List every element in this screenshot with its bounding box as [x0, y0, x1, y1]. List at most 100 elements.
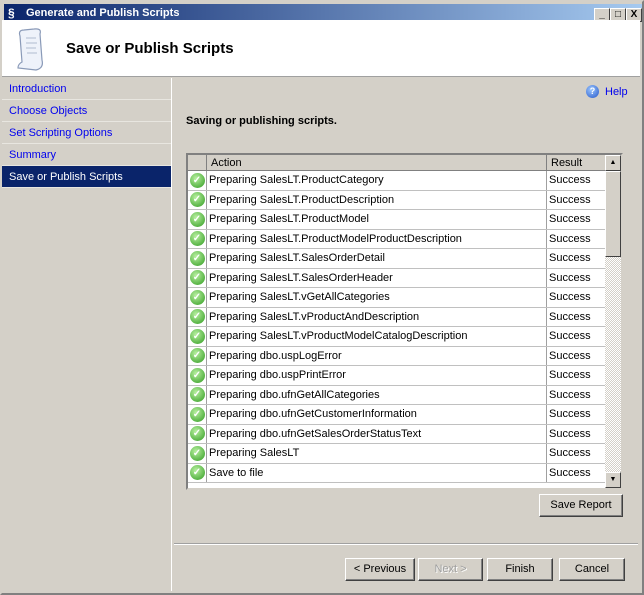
- status-cell: ✓: [188, 249, 207, 268]
- status-cell: ✓: [188, 444, 207, 463]
- next-button: Next >: [418, 558, 483, 581]
- status-cell: ✓: [188, 288, 207, 307]
- table-row[interactable]: ✓ Preparing dbo.uspPrintError Success: [188, 366, 621, 386]
- help-icon: ?: [586, 85, 599, 98]
- status-subtitle: Saving or publishing scripts.: [186, 115, 337, 127]
- success-check-icon: ✓: [189, 406, 205, 422]
- result-cell: Success: [549, 408, 591, 420]
- success-check-icon: ✓: [189, 387, 205, 403]
- action-cell: Preparing SalesLT: [207, 444, 547, 463]
- success-check-icon: ✓: [189, 231, 205, 247]
- status-cell: ✓: [188, 424, 207, 443]
- result-cell: Success: [549, 193, 591, 206]
- scroll-up-button[interactable]: ▲: [605, 155, 621, 171]
- action-cell: Preparing dbo.ufnGetSalesOrderStatusText: [207, 424, 547, 443]
- wizard-header: Save or Publish Scripts: [2, 20, 640, 77]
- status-cell: ✓: [188, 366, 207, 385]
- success-check-icon: ✓: [189, 172, 205, 188]
- status-cell: ✓: [188, 210, 207, 229]
- result-cell: Success: [549, 213, 591, 225]
- table-row[interactable]: ✓ Preparing SalesLT Success: [188, 444, 621, 464]
- status-cell: ✓: [188, 346, 207, 365]
- status-cell: ✓: [188, 229, 207, 248]
- action-cell: Preparing SalesLT.vGetAllCategories: [207, 288, 547, 307]
- page-title: Save or Publish Scripts: [66, 40, 234, 57]
- nav-introduction[interactable]: Introduction: [2, 78, 171, 100]
- result-cell: Success: [549, 447, 591, 459]
- previous-button[interactable]: < Previous: [345, 558, 415, 581]
- footer-divider: [174, 543, 638, 545]
- result-cell: Success: [549, 388, 591, 401]
- success-check-icon: ✓: [189, 426, 205, 442]
- action-cell: Save to file: [207, 463, 547, 482]
- action-cell: Preparing SalesLT.ProductDescription: [207, 190, 547, 209]
- status-cell: ✓: [188, 268, 207, 287]
- status-cell: ✓: [188, 463, 207, 482]
- result-cell: Success: [549, 466, 591, 479]
- result-column-header[interactable]: Result: [547, 155, 607, 170]
- success-check-icon: ✓: [189, 465, 205, 481]
- table-row[interactable]: ✓ Save to file Success: [188, 463, 621, 483]
- success-check-icon: ✓: [189, 348, 205, 364]
- success-check-icon: ✓: [189, 289, 205, 305]
- action-cell: Preparing SalesLT.ProductModelProductDes…: [207, 229, 547, 248]
- result-cell: Success: [549, 330, 591, 342]
- nav-summary[interactable]: Summary: [2, 144, 171, 166]
- help-link[interactable]: ? Help: [586, 85, 628, 98]
- action-cell: Preparing SalesLT.SalesOrderHeader: [207, 268, 547, 287]
- result-cell: Success: [549, 252, 591, 264]
- result-cell: Success: [549, 369, 591, 381]
- action-cell: Preparing SalesLT.ProductModel: [207, 210, 547, 229]
- table-row[interactable]: ✓ Preparing dbo.ufnGetSalesOrderStatusTex…: [188, 424, 621, 444]
- result-cell: Success: [549, 232, 591, 245]
- status-cell: ✓: [188, 171, 207, 190]
- action-cell: Preparing dbo.uspLogError: [207, 346, 547, 365]
- action-cell: Preparing SalesLT.vProductAndDescription: [207, 307, 547, 326]
- help-label: Help: [605, 85, 628, 98]
- table-row[interactable]: ✓ Preparing SalesLT.ProductCategory Succes…: [188, 171, 621, 191]
- action-column-header[interactable]: Action: [207, 155, 547, 170]
- table-row[interactable]: ✓ Preparing SalesLT.SalesOrderHeader Succe…: [188, 268, 621, 288]
- action-cell: Preparing dbo.ufnGetCustomerInformation: [207, 405, 547, 424]
- success-check-icon: ✓: [189, 367, 205, 383]
- script-scroll-icon: [17, 28, 43, 71]
- finish-button[interactable]: Finish: [487, 558, 553, 581]
- result-cell: Success: [549, 349, 591, 362]
- status-cell: ✓: [188, 385, 207, 404]
- table-row[interactable]: ✓ Preparing SalesLT.ProductDescription Suc…: [188, 190, 621, 210]
- table-row[interactable]: ✓ Preparing SalesLT.SalesOrderDetail Succe…: [188, 249, 621, 269]
- action-cell: Preparing dbo.uspPrintError: [207, 366, 547, 385]
- action-cell: Preparing SalesLT.vProductModelCatalogDe…: [207, 327, 547, 346]
- table-row[interactable]: ✓ Preparing dbo.uspLogError Success: [188, 346, 621, 366]
- scroll-down-button[interactable]: ▼: [605, 472, 621, 488]
- status-cell: ✓: [188, 307, 207, 326]
- icon-column-header: [188, 155, 207, 170]
- nav-set-scripting-options[interactable]: Set Scripting Options: [2, 122, 171, 144]
- nav-choose-objects[interactable]: Choose Objects: [2, 100, 171, 122]
- vertical-scrollbar[interactable]: ▲ ▼: [605, 155, 621, 488]
- result-cell: Success: [549, 427, 591, 440]
- result-cell: Success: [549, 310, 591, 323]
- wizard-nav: Introduction Choose Objects Set Scriptin…: [2, 78, 172, 591]
- table-row[interactable]: ✓ Preparing SalesLT.ProductModel Success: [188, 210, 621, 230]
- table-row[interactable]: ✓ Preparing SalesLT.vGetAllCategories Succ…: [188, 288, 621, 308]
- result-cell: Success: [549, 271, 591, 284]
- scroll-thumb[interactable]: [605, 171, 621, 257]
- table-row[interactable]: ✓ Preparing SalesLT.vProductAndDescriptio…: [188, 307, 621, 327]
- action-cell: Preparing SalesLT.SalesOrderDetail: [207, 249, 547, 268]
- status-cell: ✓: [188, 327, 207, 346]
- table-row[interactable]: ✓ Preparing dbo.ufnGetCustomerInformation…: [188, 405, 621, 425]
- status-cell: ✓: [188, 190, 207, 209]
- nav-save-or-publish-scripts[interactable]: Save or Publish Scripts: [2, 166, 171, 188]
- success-check-icon: ✓: [189, 445, 205, 461]
- results-grid: Action Result ✓ Preparing SalesLT.Product…: [186, 153, 623, 490]
- cancel-button[interactable]: Cancel: [559, 558, 625, 581]
- action-cell: Preparing SalesLT.ProductCategory: [207, 171, 547, 190]
- success-check-icon: ✓: [189, 211, 205, 227]
- status-cell: ✓: [188, 405, 207, 424]
- table-row[interactable]: ✓ Preparing dbo.ufnGetAllCategories Succes…: [188, 385, 621, 405]
- save-report-button[interactable]: Save Report: [539, 494, 623, 517]
- table-row[interactable]: ✓ Preparing SalesLT.vProductModelCatalogD…: [188, 327, 621, 347]
- result-cell: Success: [549, 174, 591, 186]
- table-row[interactable]: ✓ Preparing SalesLT.ProductModelProductDe…: [188, 229, 621, 249]
